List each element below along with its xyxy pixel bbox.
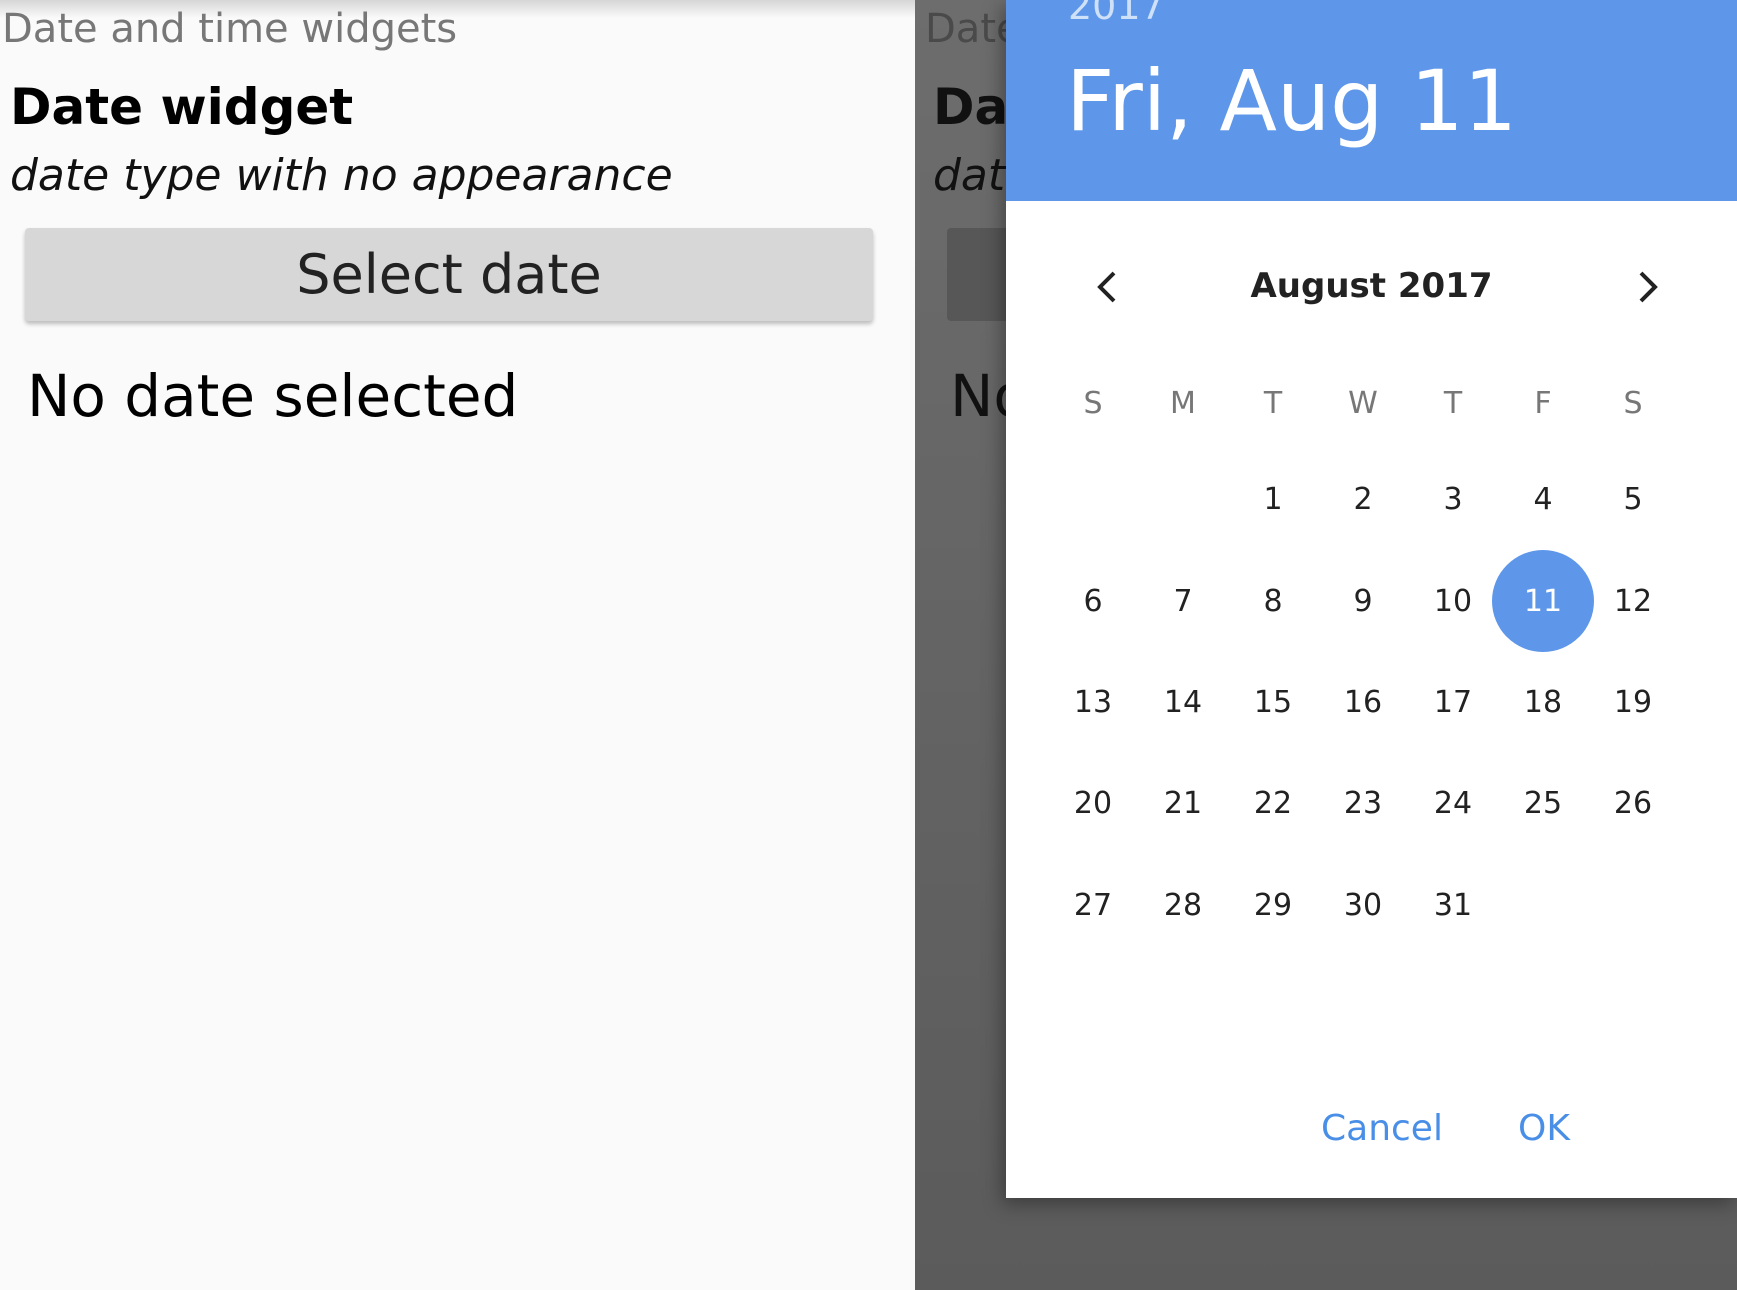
calendar-day[interactable]: 21 xyxy=(1138,758,1228,848)
date-picker-dialog: 2017 Fri, Aug 11 August 2017 SMTWTFS1234… xyxy=(1006,0,1737,1198)
calendar-day[interactable]: 31 xyxy=(1408,860,1498,950)
cancel-button[interactable]: Cancel xyxy=(1321,1108,1443,1149)
date-picker-screen: Date Dat date No Date Dat date No 2017 F… xyxy=(915,0,1737,1290)
chevron-right-icon xyxy=(1639,271,1658,303)
calendar-day[interactable]: 2 xyxy=(1318,454,1408,544)
dialog-header: 2017 Fri, Aug 11 xyxy=(1006,0,1737,201)
calendar-day[interactable]: 7 xyxy=(1138,556,1228,646)
weekday-header: T xyxy=(1443,385,1463,421)
calendar-day[interactable]: 5 xyxy=(1588,454,1678,544)
next-month-button[interactable] xyxy=(1623,262,1673,312)
calendar-day[interactable]: 23 xyxy=(1318,758,1408,848)
calendar-day[interactable]: 17 xyxy=(1408,657,1498,747)
header-selected-date[interactable]: Fri, Aug 11 xyxy=(1066,52,1517,150)
calendar-day[interactable]: 1 xyxy=(1228,454,1318,544)
select-date-button[interactable]: Select date xyxy=(25,228,873,321)
calendar-day[interactable]: 12 xyxy=(1588,556,1678,646)
weekday-header: W xyxy=(1348,385,1378,421)
calendar-day[interactable]: 27 xyxy=(1048,860,1138,950)
calendar-day[interactable]: 22 xyxy=(1228,758,1318,848)
calendar-day[interactable]: 29 xyxy=(1228,860,1318,950)
calendar-day[interactable]: 28 xyxy=(1138,860,1228,950)
calendar-day[interactable]: 8 xyxy=(1228,556,1318,646)
app-title: Date and time widgets xyxy=(2,6,458,52)
calendar-day[interactable]: 24 xyxy=(1408,758,1498,848)
weekday-header: M xyxy=(1170,385,1196,421)
calendar-day[interactable]: 30 xyxy=(1318,860,1408,950)
calendar-day-selected[interactable]: 11 xyxy=(1498,556,1588,646)
calendar-day[interactable]: 19 xyxy=(1588,657,1678,747)
weekday-header: S xyxy=(1623,385,1643,421)
calendar-day[interactable]: 10 xyxy=(1408,556,1498,646)
weekday-header: F xyxy=(1534,385,1552,421)
widget-hint: date type with no appearance xyxy=(10,150,673,201)
calendar-day[interactable]: 26 xyxy=(1588,758,1678,848)
weekday-header: T xyxy=(1263,385,1283,421)
calendar-day[interactable]: 13 xyxy=(1048,657,1138,747)
main-screen: Date and time widgets Date widget date t… xyxy=(0,0,915,1290)
calendar-day[interactable]: 20 xyxy=(1048,758,1138,848)
ok-button[interactable]: OK xyxy=(1518,1108,1570,1149)
calendar-day[interactable]: 18 xyxy=(1498,657,1588,747)
calendar-day[interactable]: 6 xyxy=(1048,556,1138,646)
calendar-day[interactable]: 15 xyxy=(1228,657,1318,747)
weekday-header: S xyxy=(1083,385,1103,421)
calendar-day[interactable]: 9 xyxy=(1318,556,1408,646)
widget-label: Date widget xyxy=(10,78,354,136)
header-year[interactable]: 2017 xyxy=(1068,0,1165,28)
calendar-day[interactable]: 25 xyxy=(1498,758,1588,848)
calendar-day[interactable]: 4 xyxy=(1498,454,1588,544)
calendar-day[interactable]: 14 xyxy=(1138,657,1228,747)
date-status-text: No date selected xyxy=(27,362,519,430)
calendar-day[interactable]: 3 xyxy=(1408,454,1498,544)
calendar-day[interactable]: 16 xyxy=(1318,657,1408,747)
